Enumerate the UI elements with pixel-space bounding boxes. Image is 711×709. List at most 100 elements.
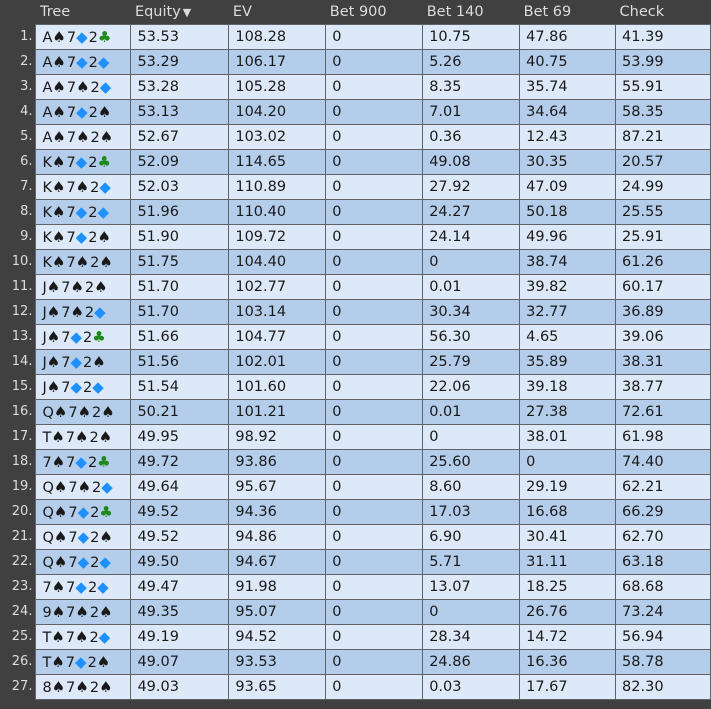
- table-row[interactable]: 24. 9♠7♠2♠ 49.35 95.07 0 0 26.76 73.24: [0, 599, 711, 625]
- cell-bet900[interactable]: 0: [325, 299, 424, 325]
- cell-equity[interactable]: 51.70: [130, 274, 230, 300]
- table-row[interactable]: 12. J♠7♠2◆ 51.70 103.14 0 30.34 32.77 36.89: [0, 299, 711, 325]
- cell-bet140[interactable]: 0.36: [422, 124, 521, 150]
- cell-bet900[interactable]: 0: [325, 499, 424, 525]
- cell-bet69[interactable]: 47.86: [519, 24, 617, 50]
- cell-check[interactable]: 82.30: [615, 674, 711, 700]
- cell-bet69[interactable]: 38.74: [519, 249, 617, 275]
- cell-check[interactable]: 38.31: [615, 349, 711, 375]
- cell-bet900[interactable]: 0: [325, 24, 424, 50]
- cell-bet140[interactable]: 0.01: [422, 399, 521, 425]
- cell-equity[interactable]: 49.03: [130, 674, 230, 700]
- cell-check[interactable]: 61.26: [615, 249, 711, 275]
- cell-equity[interactable]: 51.70: [130, 299, 230, 325]
- hand-cell[interactable]: J♠7◆2◆: [35, 374, 132, 400]
- cell-bet900[interactable]: 0: [325, 649, 424, 675]
- cell-equity[interactable]: 52.67: [130, 124, 230, 150]
- cell-bet69[interactable]: 47.09: [519, 174, 617, 200]
- hand-cell[interactable]: 9♠7♠2♠: [35, 599, 132, 625]
- cell-bet900[interactable]: 0: [325, 224, 424, 250]
- cell-check[interactable]: 24.99: [615, 174, 711, 200]
- cell-ev[interactable]: 93.86: [228, 449, 327, 475]
- cell-bet900[interactable]: 0: [325, 524, 424, 550]
- cell-bet69[interactable]: 39.18: [519, 374, 617, 400]
- cell-bet900[interactable]: 0: [325, 624, 424, 650]
- cell-check[interactable]: 62.70: [615, 524, 711, 550]
- table-row[interactable]: 10. K♠7♠2♠ 51.75 104.40 0 0 38.74 61.26: [0, 249, 711, 275]
- cell-check[interactable]: 36.89: [615, 299, 711, 325]
- cell-equity[interactable]: 49.95: [130, 424, 230, 450]
- table-row[interactable]: 13. J♠7◆2♣ 51.66 104.77 0 56.30 4.65 39.06: [0, 324, 711, 350]
- column-header-bet-900[interactable]: Bet 900: [325, 0, 423, 25]
- cell-equity[interactable]: 51.56: [130, 349, 230, 375]
- cell-bet69[interactable]: 18.25: [519, 574, 617, 600]
- table-row[interactable]: 9. K♠7◆2♠ 51.90 109.72 0 24.14 49.96 25.91: [0, 224, 711, 250]
- cell-check[interactable]: 73.24: [615, 599, 711, 625]
- table-row[interactable]: 18. 7♠7◆2♣ 49.72 93.86 0 25.60 0 74.40: [0, 449, 711, 475]
- hand-cell[interactable]: J♠7♠2♠: [35, 274, 132, 300]
- cell-ev[interactable]: 105.28: [228, 74, 327, 100]
- column-header-bet-69[interactable]: Bet 69: [519, 0, 616, 25]
- table-row[interactable]: 19. Q♠7♠2◆ 49.64 95.67 0 8.60 29.19 62.21: [0, 474, 711, 500]
- table-row[interactable]: 7. K♠7♠2◆ 52.03 110.89 0 27.92 47.09 24.99: [0, 174, 711, 200]
- cell-bet69[interactable]: 34.64: [519, 99, 617, 125]
- cell-equity[interactable]: 53.53: [130, 24, 230, 50]
- cell-equity[interactable]: 51.66: [130, 324, 230, 350]
- cell-check[interactable]: 58.35: [615, 99, 711, 125]
- cell-equity[interactable]: 49.47: [130, 574, 230, 600]
- table-row[interactable]: 15. J♠7◆2◆ 51.54 101.60 0 22.06 39.18 38.77: [0, 374, 711, 400]
- cell-bet69[interactable]: 30.41: [519, 524, 617, 550]
- cell-ev[interactable]: 94.52: [228, 624, 327, 650]
- cell-check[interactable]: 62.21: [615, 474, 711, 500]
- hand-cell[interactable]: Q♠7◆2◆: [35, 549, 132, 575]
- hand-cell[interactable]: Q♠7♠2♠: [35, 399, 132, 425]
- cell-bet140[interactable]: 49.08: [422, 149, 521, 175]
- hand-cell[interactable]: T♠7♠2♠: [35, 424, 132, 450]
- cell-check[interactable]: 25.55: [615, 199, 711, 225]
- hand-cell[interactable]: 7♠7◆2◆: [35, 574, 132, 600]
- cell-bet900[interactable]: 0: [325, 74, 424, 100]
- cell-bet140[interactable]: 24.14: [422, 224, 521, 250]
- table-row[interactable]: 8. K♠7◆2◆ 51.96 110.40 0 24.27 50.18 25.55: [0, 199, 711, 225]
- cell-ev[interactable]: 98.92: [228, 424, 327, 450]
- cell-bet69[interactable]: 16.68: [519, 499, 617, 525]
- cell-check[interactable]: 68.68: [615, 574, 711, 600]
- cell-bet900[interactable]: 0: [325, 199, 424, 225]
- cell-ev[interactable]: 104.40: [228, 249, 327, 275]
- table-row[interactable]: 6. K♠7◆2♣ 52.09 114.65 0 49.08 30.35 20.57: [0, 149, 711, 175]
- cell-ev[interactable]: 91.98: [228, 574, 327, 600]
- cell-bet69[interactable]: 38.01: [519, 424, 617, 450]
- column-header-bet-140[interactable]: Bet 140: [422, 0, 520, 25]
- cell-check[interactable]: 55.91: [615, 74, 711, 100]
- column-header-check[interactable]: Check: [615, 0, 711, 25]
- cell-bet900[interactable]: 0: [325, 99, 424, 125]
- hand-cell[interactable]: K♠7◆2◆: [35, 199, 132, 225]
- cell-bet69[interactable]: 26.76: [519, 599, 617, 625]
- cell-ev[interactable]: 102.01: [228, 349, 327, 375]
- cell-bet140[interactable]: 5.26: [422, 49, 521, 75]
- cell-bet69[interactable]: 35.74: [519, 74, 617, 100]
- cell-check[interactable]: 60.17: [615, 274, 711, 300]
- cell-bet69[interactable]: 16.36: [519, 649, 617, 675]
- table-row[interactable]: 25. T♠7♠2◆ 49.19 94.52 0 28.34 14.72 56.94: [0, 624, 711, 650]
- cell-equity[interactable]: 49.19: [130, 624, 230, 650]
- cell-bet140[interactable]: 24.86: [422, 649, 521, 675]
- hand-cell[interactable]: T♠7◆2♠: [35, 649, 132, 675]
- cell-bet69[interactable]: 12.43: [519, 124, 617, 150]
- hand-cell[interactable]: A♠7◆2♠: [35, 99, 132, 125]
- cell-bet900[interactable]: 0: [325, 374, 424, 400]
- table-row[interactable]: 21. Q♠7◆2♠ 49.52 94.86 0 6.90 30.41 62.70: [0, 524, 711, 550]
- cell-ev[interactable]: 93.53: [228, 649, 327, 675]
- cell-equity[interactable]: 51.75: [130, 249, 230, 275]
- cell-bet900[interactable]: 0: [325, 149, 424, 175]
- cell-check[interactable]: 25.91: [615, 224, 711, 250]
- cell-ev[interactable]: 110.40: [228, 199, 327, 225]
- cell-bet69[interactable]: 27.38: [519, 399, 617, 425]
- hand-cell[interactable]: A♠7♠2◆: [35, 74, 132, 100]
- cell-ev[interactable]: 108.28: [228, 24, 327, 50]
- cell-bet900[interactable]: 0: [325, 449, 424, 475]
- cell-bet900[interactable]: 0: [325, 574, 424, 600]
- table-row[interactable]: 22. Q♠7◆2◆ 49.50 94.67 0 5.71 31.11 63.18: [0, 549, 711, 575]
- cell-bet900[interactable]: 0: [325, 124, 424, 150]
- cell-bet140[interactable]: 5.71: [422, 549, 521, 575]
